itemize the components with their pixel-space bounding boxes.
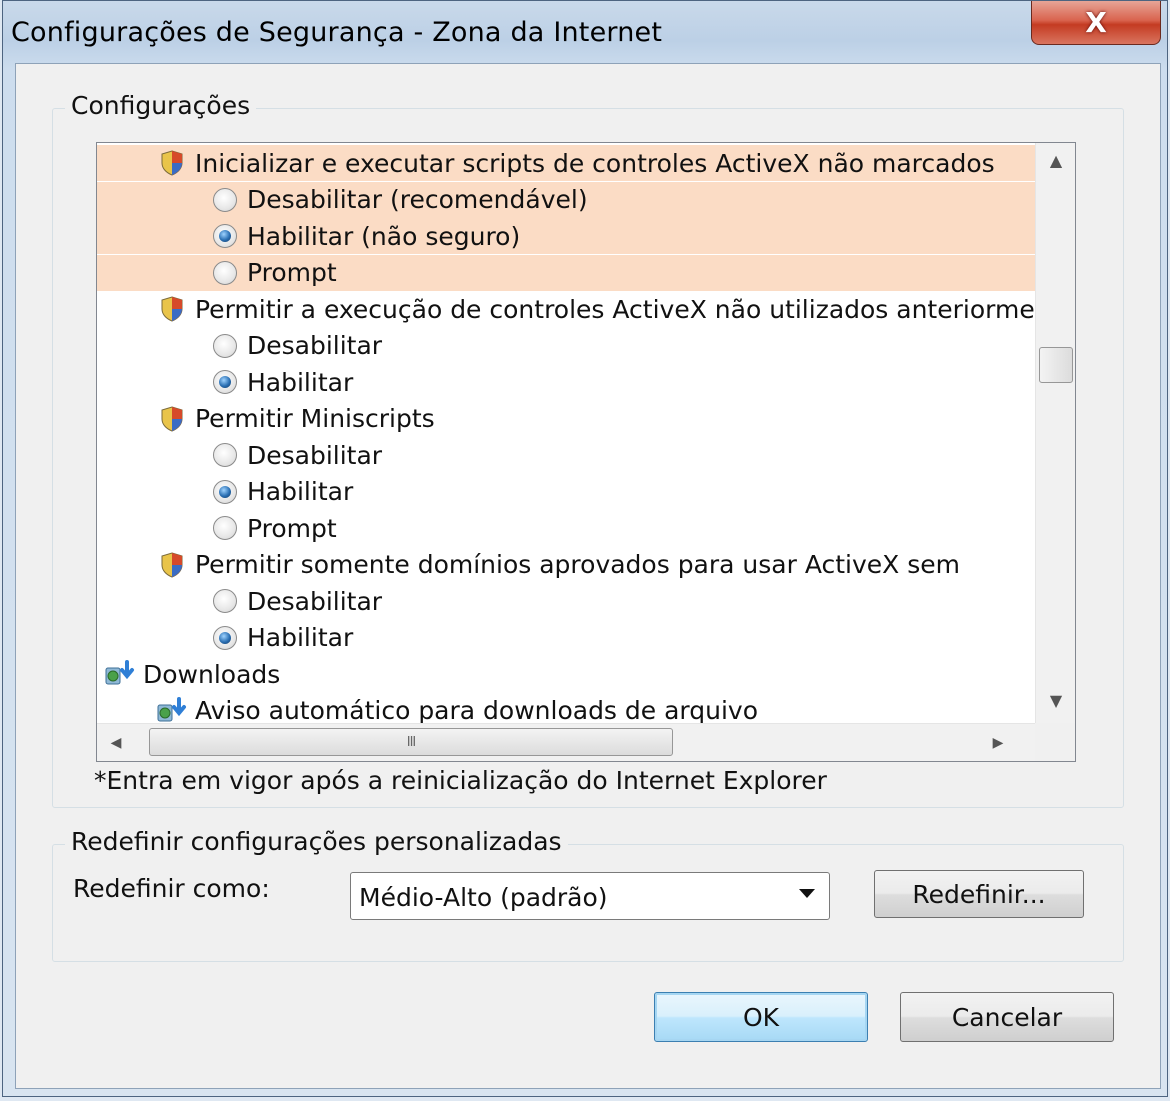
radio-unchecked-icon[interactable] bbox=[213, 589, 237, 613]
list-item-label: Inicializar e executar scripts de contro… bbox=[195, 148, 995, 178]
reset-as-label: Redefinir como: bbox=[73, 874, 270, 903]
list-item-label: Permitir a execução de controles ActiveX… bbox=[195, 294, 1035, 324]
chevron-down-icon bbox=[799, 889, 815, 898]
scroll-right-arrow-icon[interactable]: ▶ bbox=[981, 724, 1015, 761]
list-item-label: Prompt bbox=[247, 258, 337, 287]
list-item-label: Aviso automático para downloads de arqui… bbox=[195, 696, 759, 723]
radio-unchecked-icon[interactable] bbox=[213, 443, 237, 467]
cancel-button[interactable]: Cancelar bbox=[900, 992, 1114, 1042]
list-item-label: Permitir somente domínios aprovados para… bbox=[195, 550, 961, 579]
scroll-left-arrow-icon[interactable]: ◀ bbox=[99, 724, 133, 761]
close-button[interactable]: X bbox=[1031, 1, 1161, 45]
shield-icon bbox=[161, 150, 183, 176]
radio-checked-icon[interactable] bbox=[213, 625, 237, 650]
list-item-label: Desabilitar (recomendável) bbox=[247, 185, 588, 214]
window-title: Configurações de Segurança - Zona da Int… bbox=[11, 17, 663, 48]
security-level-value: Médio-Alto (padrão) bbox=[359, 883, 608, 912]
radio-checked-icon[interactable] bbox=[213, 370, 237, 394]
vertical-scroll-thumb[interactable] bbox=[1039, 347, 1073, 383]
shield-icon bbox=[161, 551, 183, 578]
settings-list: Inicializar e executar scripts de contro… bbox=[97, 143, 1035, 723]
option-row[interactable]: Habilitar bbox=[97, 620, 1035, 656]
shield-icon bbox=[161, 405, 183, 432]
list-item-label: Desabilitar bbox=[247, 331, 383, 360]
option-row[interactable]: Prompt bbox=[97, 254, 1035, 291]
option-row[interactable]: Prompt bbox=[97, 510, 1035, 546]
option-row[interactable]: Desabilitar bbox=[97, 328, 1035, 364]
restart-note: *Entra em vigor após a reinicialização d… bbox=[94, 766, 827, 795]
radio-checked-icon[interactable] bbox=[213, 479, 237, 504]
settings-group-label: Configurações bbox=[65, 91, 257, 120]
radio-unchecked-icon[interactable] bbox=[213, 333, 237, 358]
download-icon bbox=[157, 696, 187, 724]
setting-row[interactable]: Permitir a execução de controles ActiveX… bbox=[97, 291, 1035, 327]
option-row[interactable]: Habilitar bbox=[97, 474, 1035, 510]
setting-row[interactable]: Permitir somente domínios aprovados para… bbox=[97, 547, 1035, 583]
shield-icon bbox=[161, 296, 183, 322]
dialog-window: Configurações de Segurança - Zona da Int… bbox=[2, 0, 1168, 1097]
horizontal-scroll-thumb[interactable]: III bbox=[149, 728, 673, 756]
settings-listbox[interactable]: Inicializar e executar scripts de contro… bbox=[96, 142, 1076, 762]
security-level-select[interactable]: Médio-Alto (padrão) bbox=[350, 872, 830, 920]
category-row[interactable]: Aviso automático para downloads de arqui… bbox=[97, 693, 1035, 724]
reset-group-label: Redefinir configurações personalizadas bbox=[65, 827, 568, 856]
vertical-scrollbar[interactable]: ▲ ▼ bbox=[1035, 143, 1075, 723]
radio-unchecked-icon[interactable] bbox=[213, 187, 237, 212]
reset-button[interactable]: Redefinir... bbox=[874, 870, 1084, 918]
option-row[interactable]: Habilitar bbox=[97, 364, 1035, 400]
scroll-grip-icon: III bbox=[406, 734, 416, 750]
list-item-label: Prompt bbox=[247, 513, 337, 543]
close-icon: X bbox=[1085, 5, 1107, 39]
dialog-client-area: Configurações Inicializar e executar scr… bbox=[15, 63, 1161, 1089]
scrollbar-corner bbox=[1035, 723, 1075, 761]
ok-button[interactable]: OK bbox=[654, 992, 868, 1042]
horizontal-scrollbar[interactable]: ◀ III ▶ bbox=[97, 723, 1035, 761]
setting-row[interactable]: Permitir Miniscripts bbox=[97, 401, 1035, 437]
list-item-label: Desabilitar bbox=[247, 440, 383, 470]
radio-unchecked-icon[interactable] bbox=[213, 516, 237, 540]
option-row[interactable]: Desabilitar bbox=[97, 437, 1035, 473]
category-row[interactable]: Downloads bbox=[97, 656, 1035, 692]
list-item-label: Habilitar bbox=[247, 477, 354, 506]
list-item-label: Desabilitar bbox=[247, 586, 383, 616]
radio-unchecked-icon[interactable] bbox=[213, 260, 237, 285]
download-icon bbox=[105, 660, 135, 688]
list-item-label: Permitir Miniscripts bbox=[195, 404, 435, 433]
option-row[interactable]: Desabilitar (recomendável) bbox=[97, 181, 1035, 218]
list-item-label: Habilitar (não seguro) bbox=[247, 221, 521, 251]
setting-row[interactable]: Inicializar e executar scripts de contro… bbox=[97, 145, 1035, 181]
list-item-label: Habilitar bbox=[247, 367, 354, 397]
scroll-up-arrow-icon[interactable]: ▲ bbox=[1036, 143, 1075, 177]
option-row[interactable]: Habilitar (não seguro) bbox=[97, 218, 1035, 254]
option-row[interactable]: Desabilitar bbox=[97, 583, 1035, 619]
list-item-label: Downloads bbox=[143, 659, 281, 689]
radio-checked-icon[interactable] bbox=[213, 224, 237, 248]
list-item-label: Habilitar bbox=[247, 623, 354, 652]
scroll-down-arrow-icon[interactable]: ▼ bbox=[1036, 683, 1075, 717]
